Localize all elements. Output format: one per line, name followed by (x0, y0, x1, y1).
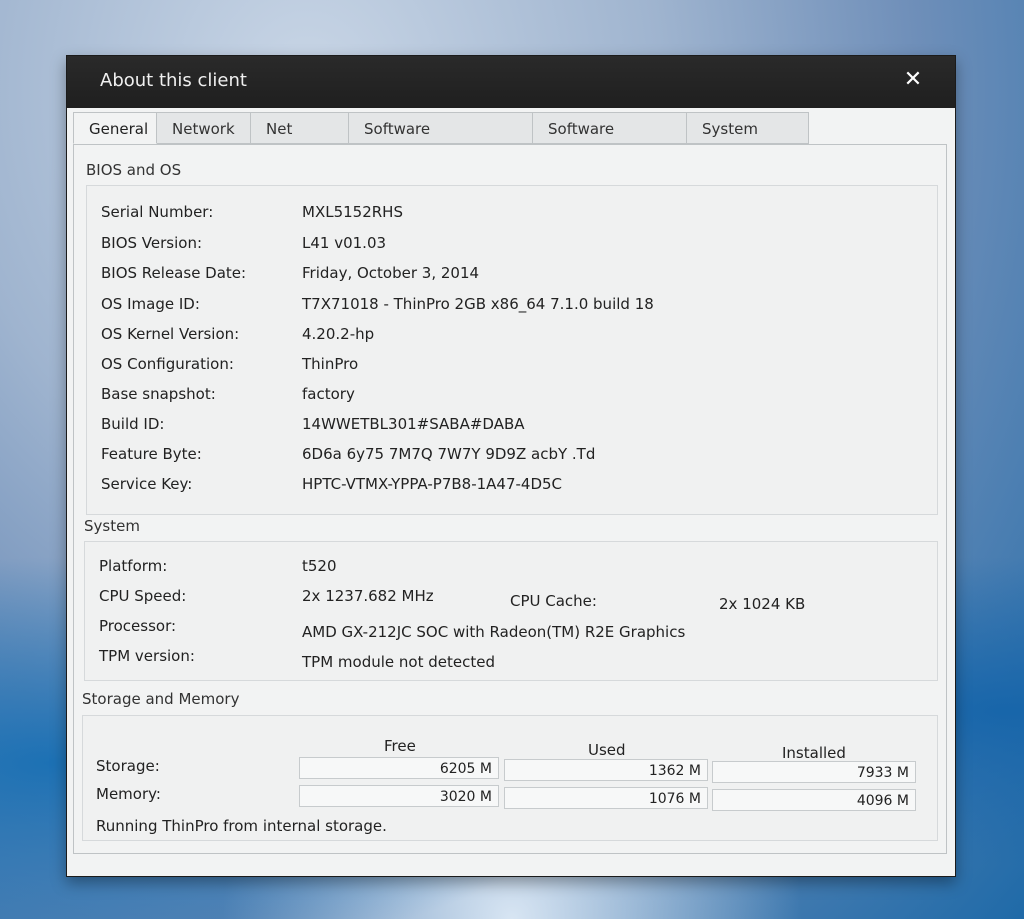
storage-installed-cell: 7933 M (712, 761, 916, 783)
cpu-speed-label: CPU Speed: (99, 587, 187, 605)
platform-label: Platform: (99, 557, 168, 575)
os-kernel-version-value: 4.20.2-hp (302, 325, 375, 343)
base-snapshot-value: factory (302, 385, 355, 403)
cpu-cache-value: 2x 1024 KB (719, 595, 806, 613)
os-image-id-label: OS Image ID: (101, 295, 200, 313)
processor-label: Processor: (99, 617, 177, 635)
installed-column-header: Installed (782, 744, 846, 762)
cpu-cache-label: CPU Cache: (510, 592, 597, 610)
dialog-title: About this client (100, 70, 247, 91)
memory-free-cell: 3020 M (299, 785, 499, 807)
bios-os-section-title: BIOS and OS (86, 161, 182, 179)
storage-label: Storage: (96, 757, 160, 775)
storage-used-cell: 1362 M (504, 759, 708, 781)
feature-byte-value: 6D6a 6y75 7M7Q 7W7Y 9D9Z acbY .Td (302, 445, 596, 463)
used-column-header: Used (588, 741, 626, 759)
storage-free-cell: 6205 M (299, 757, 499, 779)
general-tab-panel: BIOS and OS Serial Number: MXL5152RHS BI… (73, 144, 947, 854)
build-id-label: Build ID: (101, 415, 165, 433)
tab-network[interactable]: Network (157, 112, 251, 144)
bios-release-date-label: BIOS Release Date: (101, 264, 247, 282)
system-group (84, 541, 938, 681)
tpm-version-value: TPM module not detected (302, 653, 495, 671)
bios-version-value: L41 v01.03 (302, 234, 387, 252)
os-configuration-label: OS Configuration: (101, 355, 234, 373)
os-image-id-value: T7X71018 - ThinPro 2GB x86_64 7.1.0 buil… (302, 295, 654, 313)
serial-number-value: MXL5152RHS (302, 203, 403, 221)
bios-release-date-value: Friday, October 3, 2014 (302, 264, 480, 282)
tab-software-license[interactable]: Software License (533, 112, 687, 170)
build-id-value: 14WWETBL301#SABA#DABA (302, 415, 525, 433)
memory-label: Memory: (96, 785, 161, 803)
platform-value: t520 (302, 557, 337, 575)
close-icon[interactable]: ✕ (901, 68, 925, 92)
base-snapshot-label: Base snapshot: (101, 385, 216, 403)
service-key-label: Service Key: (101, 475, 193, 493)
tab-software-information[interactable]: Software Information (349, 112, 533, 170)
memory-used-cell: 1076 M (504, 787, 708, 809)
os-kernel-version-label: OS Kernel Version: (101, 325, 240, 343)
feature-byte-label: Feature Byte: (101, 445, 202, 463)
service-key-value: HPTC-VTMX-YPPA-P7B8-1A47-4D5C (302, 475, 563, 493)
memory-installed-cell: 4096 M (712, 789, 916, 811)
tab-bar: General Network Net Tools Software Infor… (73, 112, 809, 170)
cpu-speed-value: 2x 1237.682 MHz (302, 587, 434, 605)
about-dialog: About this client ✕ General Network Net … (66, 55, 956, 877)
storage-note: Running ThinPro from internal storage. (96, 817, 387, 835)
storage-memory-section-title: Storage and Memory (82, 690, 240, 708)
tpm-version-label: TPM version: (99, 647, 195, 665)
bios-os-group (86, 185, 938, 515)
tab-net-tools[interactable]: Net Tools (251, 112, 349, 170)
system-section-title: System (84, 517, 140, 535)
processor-value: AMD GX-212JC SOC with Radeon(TM) R2E Gra… (302, 623, 686, 641)
free-column-header: Free (384, 737, 416, 755)
bios-version-label: BIOS Version: (101, 234, 203, 252)
serial-number-label: Serial Number: (101, 203, 214, 221)
tab-system-logs[interactable]: System Logs (687, 112, 809, 170)
dialog-titlebar: About this client ✕ (67, 56, 955, 108)
tab-general[interactable]: General (73, 112, 157, 144)
os-configuration-value: ThinPro (302, 355, 359, 373)
